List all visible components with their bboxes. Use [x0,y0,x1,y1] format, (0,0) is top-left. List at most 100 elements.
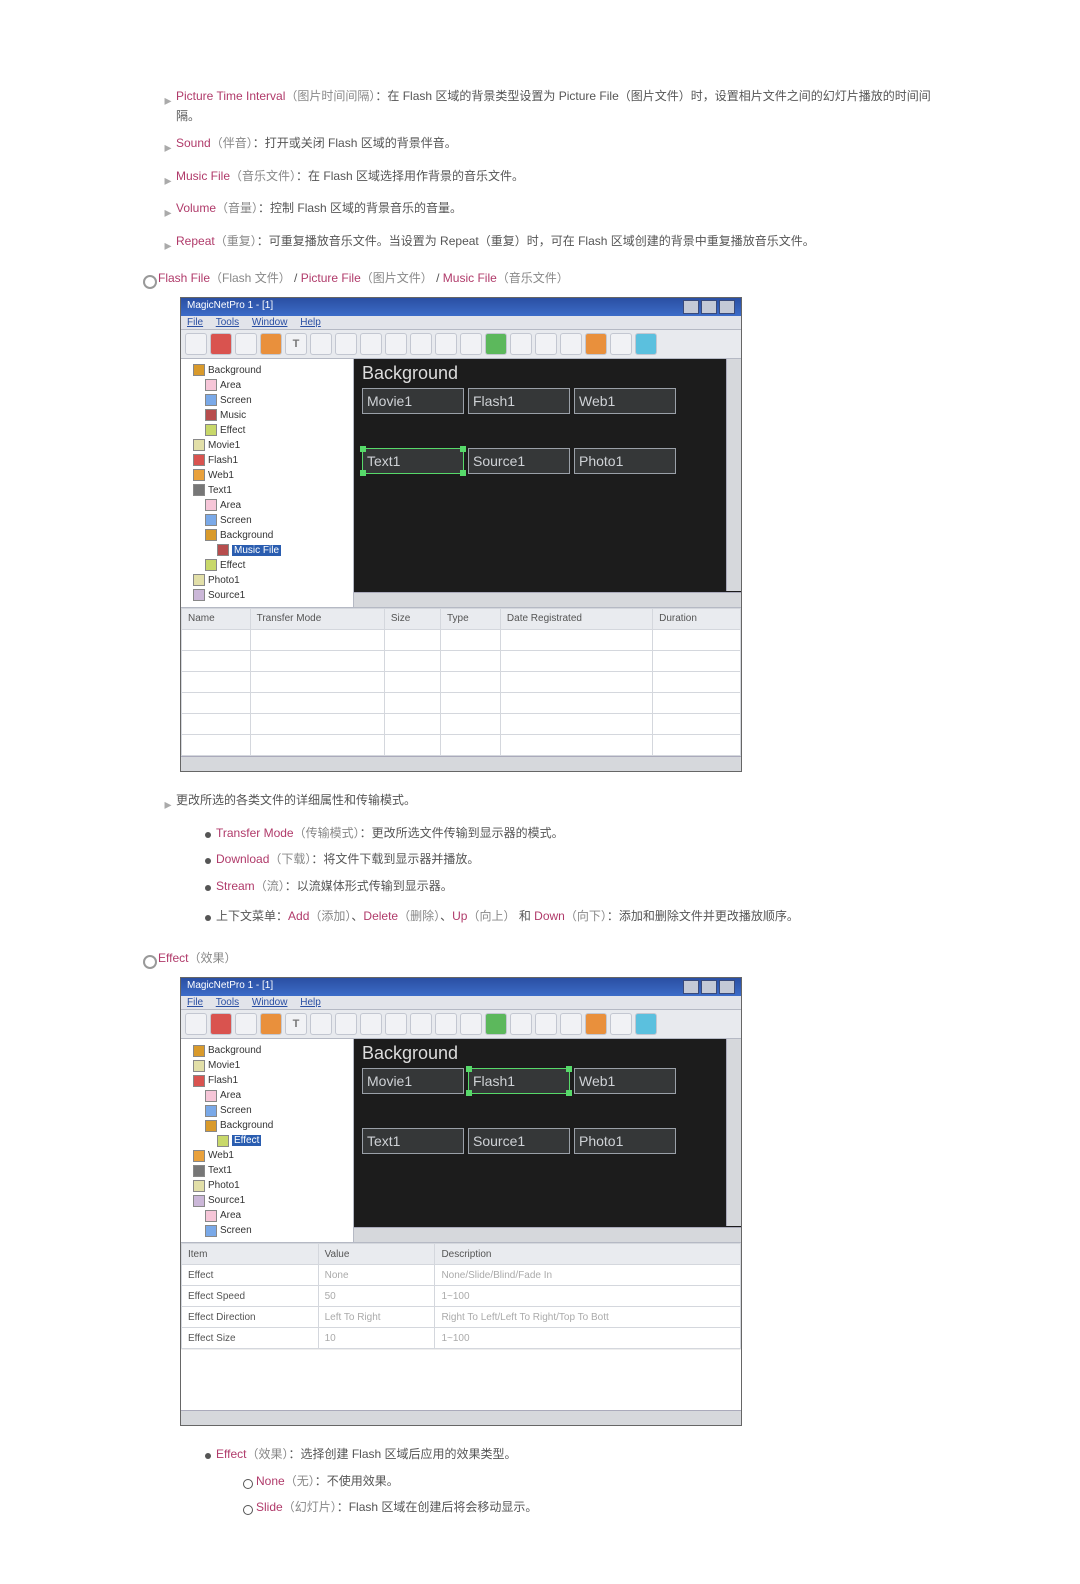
tool-icon[interactable] [585,1013,607,1035]
tree-node[interactable]: Area [205,1088,347,1103]
canvas[interactable]: Background Movie1Flash1Web1 Text1Source1… [354,1039,741,1242]
horizontal-scrollbar[interactable] [181,756,741,771]
tree-view[interactable]: BackgroundAreaScreenMusicEffectMovie1Fla… [181,359,354,607]
canvas-tile[interactable]: Flash1 [468,388,570,414]
grid-col-header[interactable]: Item [182,1244,319,1265]
tool-icon[interactable] [385,333,407,355]
tree-node[interactable]: Effect [205,558,347,573]
horizontal-scrollbar[interactable] [181,1410,741,1425]
grid-row[interactable] [182,650,741,671]
canvas-tile[interactable]: Movie1 [362,388,464,414]
grid-col-header[interactable]: Value [318,1244,435,1265]
tree-node[interactable]: Background [193,363,347,378]
tool-icon[interactable] [335,333,357,355]
tree-node[interactable]: Background [193,1043,347,1058]
horizontal-scrollbar[interactable] [354,1227,741,1242]
grid-row[interactable]: EffectNoneNone/Slide/Blind/Fade In [182,1265,741,1286]
tool-icon[interactable] [335,1013,357,1035]
tree-node[interactable]: Web1 [193,1148,347,1163]
tool-icon[interactable] [410,333,432,355]
tree-node[interactable]: Area [205,498,347,513]
tree-node[interactable]: Text1 [193,1163,347,1178]
tool-icon[interactable] [560,1013,582,1035]
canvas-tile[interactable]: Flash1 [468,1068,570,1094]
canvas-tile[interactable]: Text1 [362,1128,464,1154]
grid-row[interactable] [182,692,741,713]
tree-view[interactable]: BackgroundMovie1Flash1AreaScreenBackgrou… [181,1039,354,1242]
vertical-scrollbar[interactable] [726,359,741,591]
tool-icon[interactable] [385,1013,407,1035]
grid-row[interactable] [182,734,741,755]
tool-icon[interactable] [510,333,532,355]
tool-icon[interactable] [460,333,482,355]
tool-icon[interactable] [185,333,207,355]
menu-file[interactable]: File [187,997,203,1008]
canvas-tile[interactable]: Movie1 [362,1068,464,1094]
grid-col-header[interactable]: Size [384,608,440,629]
tool-icon[interactable] [360,333,382,355]
tree-node[interactable]: Screen [205,393,347,408]
tree-node[interactable]: Screen [205,1103,347,1118]
canvas-tile[interactable]: Photo1 [574,448,676,474]
tool-icon[interactable] [535,1013,557,1035]
tree-node[interactable]: Background [205,1118,347,1133]
tree-node[interactable]: Source1 [193,588,347,603]
effect-property-grid[interactable]: ItemValueDescription EffectNoneNone/Slid… [181,1242,741,1425]
tool-icon[interactable] [485,1013,507,1035]
tool-icon[interactable] [560,333,582,355]
tool-icon[interactable] [235,333,257,355]
close-icon[interactable] [719,300,735,314]
canvas-tile[interactable]: Web1 [574,1068,676,1094]
tool-icon[interactable] [485,333,507,355]
tree-node[interactable]: Music File [217,543,347,558]
tree-node[interactable]: Area [205,1208,347,1223]
file-grid[interactable]: NameTransfer ModeSizeTypeDate Registrate… [181,607,741,771]
grid-row[interactable] [182,629,741,650]
menu-window[interactable]: Window [252,997,288,1008]
tree-node[interactable]: Music [205,408,347,423]
canvas-tile[interactable]: Photo1 [574,1128,676,1154]
grid-row[interactable] [182,671,741,692]
tree-node[interactable]: Movie1 [193,438,347,453]
tool-text-icon[interactable]: T [285,333,307,355]
tree-node[interactable]: Flash1 [193,453,347,468]
horizontal-scrollbar[interactable] [354,592,741,607]
menu-help[interactable]: Help [300,317,321,328]
tool-icon[interactable] [185,1013,207,1035]
tree-node[interactable]: Flash1 [193,1073,347,1088]
tree-node[interactable]: Screen [205,1223,347,1238]
tree-node[interactable]: Photo1 [193,573,347,588]
tree-node[interactable]: Screen [205,513,347,528]
tool-icon[interactable] [260,1013,282,1035]
menu-file[interactable]: File [187,317,203,328]
menu-tools[interactable]: Tools [216,317,239,328]
grid-col-header[interactable]: Type [440,608,500,629]
tree-node[interactable]: Source1 [193,1193,347,1208]
tool-icon[interactable] [235,1013,257,1035]
tool-icon[interactable] [435,1013,457,1035]
grid-row[interactable]: Effect Speed501~100 [182,1286,741,1307]
maximize-icon[interactable] [701,300,717,314]
maximize-icon[interactable] [701,980,717,994]
canvas[interactable]: Background Movie1Flash1Web1 Text1Source1… [354,359,741,607]
vertical-scrollbar[interactable] [726,1039,741,1226]
menu-window[interactable]: Window [252,317,288,328]
tool-icon[interactable] [410,1013,432,1035]
grid-col-header[interactable]: Transfer Mode [250,608,384,629]
tool-icon[interactable] [460,1013,482,1035]
tool-icon[interactable] [310,1013,332,1035]
minimize-icon[interactable] [683,980,699,994]
tree-node[interactable]: Movie1 [193,1058,347,1073]
tree-node[interactable]: Effect [205,423,347,438]
tool-icon[interactable] [260,333,282,355]
tree-node[interactable]: Background [205,528,347,543]
tool-icon[interactable] [610,333,632,355]
grid-col-header[interactable]: Date Registrated [500,608,652,629]
canvas-tile[interactable]: Text1 [362,448,464,474]
tree-node[interactable]: Area [205,378,347,393]
close-icon[interactable] [719,980,735,994]
tool-icon[interactable] [435,333,457,355]
tree-node[interactable]: Text1 [193,483,347,498]
canvas-tile[interactable]: Source1 [468,1128,570,1154]
grid-col-header[interactable]: Duration [653,608,741,629]
